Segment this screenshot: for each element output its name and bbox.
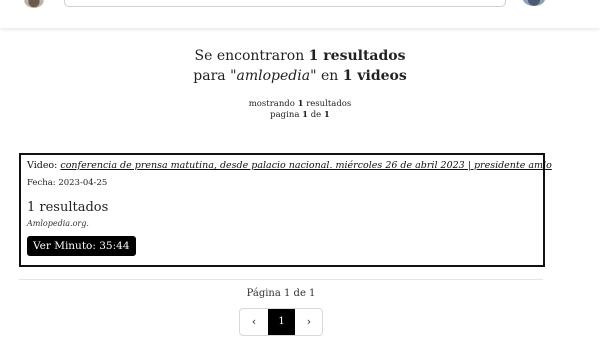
showing-count: 1 — [297, 99, 304, 109]
top-navbar — [0, 0, 600, 28]
showing-line: mostrando 1 resultados — [0, 99, 600, 110]
page-of-label: de — [310, 110, 322, 120]
pagination-label: Página 1 de 1 — [246, 288, 316, 299]
showing-suffix: resultados — [306, 99, 352, 109]
video-line: Video: conferencia de prensa matutina, d… — [27, 160, 552, 171]
results-subinfo: mostrando 1 resultados pagina 1 de 1 — [0, 99, 600, 121]
results-heading: Se encontraron 1 resultados para "amlope… — [0, 46, 600, 86]
results-summary-line2: para "amlopedia" en 1 videos — [0, 66, 600, 86]
search-input[interactable] — [64, 0, 506, 7]
showing-label: mostrando — [248, 99, 295, 109]
current-page-button[interactable]: 1 — [268, 309, 295, 335]
pagination: ‹ 1 › — [239, 308, 323, 336]
results-summary-line1: Se encontraron 1 resultados — [0, 46, 600, 66]
summary-in-label: en — [320, 68, 339, 84]
result-card: Video: conferencia de prensa matutina, d… — [19, 153, 552, 267]
divider — [19, 279, 543, 280]
view-minute-button[interactable]: Ver Minuto: 35:44 — [27, 236, 136, 256]
video-label: Video: — [27, 160, 58, 171]
video-date: Fecha: 2023-04-25 — [27, 178, 108, 188]
page-line: pagina 1 de 1 — [0, 110, 600, 121]
summary-prefix: Se encontraron — [194, 48, 305, 64]
result-source: Amlopedia.org. — [27, 219, 89, 228]
page-total: 1 — [323, 110, 330, 120]
page-label: pagina — [270, 110, 300, 120]
summary-for-label: para — [193, 68, 226, 84]
videos-count: 1 videos — [342, 68, 407, 84]
user-avatar-icon[interactable] — [523, 0, 545, 6]
results-count: 1 resultados — [308, 48, 406, 64]
video-title-link[interactable]: conferencia de prensa matutina, desde pa… — [60, 160, 551, 171]
result-count: 1 resultados — [27, 200, 109, 215]
site-logo-icon[interactable] — [24, 0, 44, 8]
page-current: 1 — [302, 110, 309, 120]
prev-page-chevron-icon[interactable]: ‹ — [240, 309, 268, 335]
next-page-chevron-icon[interactable]: › — [295, 309, 323, 335]
search-query: "amlopedia" — [230, 68, 317, 84]
